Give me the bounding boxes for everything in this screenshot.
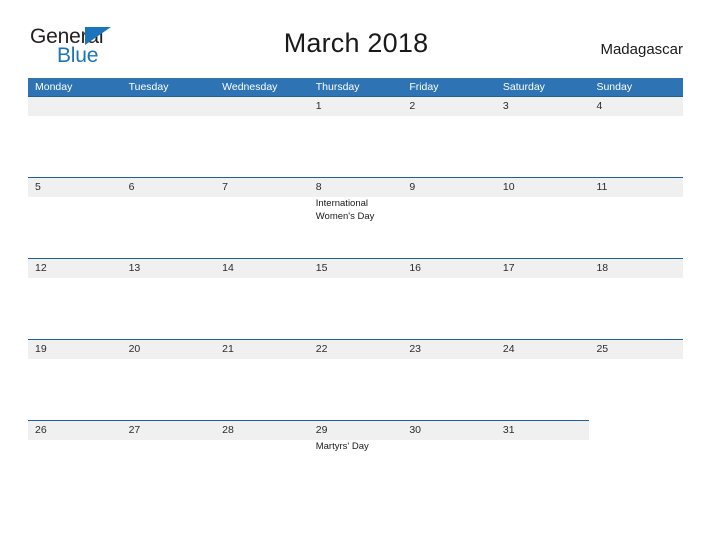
day-number: 9 (409, 181, 416, 193)
day-cell-empty (589, 420, 683, 501)
day-cell-9[interactable]: 9 (402, 177, 496, 258)
week-day-cells: 19 20 21 22 23 24 25 (28, 339, 683, 420)
day-number: 29 (315, 424, 328, 436)
weekday-header-friday: Friday (409, 81, 439, 93)
day-cell-17[interactable]: 17 (496, 258, 590, 339)
day-number: 23 (409, 343, 421, 355)
calendar-week-row: 19 20 21 22 23 24 25 (28, 339, 683, 420)
day-cell-empty (215, 96, 309, 177)
day-number: 6 (128, 181, 135, 193)
day-number: 21 (222, 343, 234, 355)
day-cell-27[interactable]: 27 (122, 420, 216, 501)
day-cell-7[interactable]: 7 (215, 177, 309, 258)
day-number: 2 (409, 100, 416, 112)
day-cell-19[interactable]: 19 (28, 339, 122, 420)
day-number: 31 (502, 424, 515, 436)
day-cell-26[interactable]: 26 (28, 420, 122, 501)
calendar-grid: Monday Tuesday Wednesday Thursday Friday Satu… (28, 78, 683, 501)
weekday-header-row: Monday Tuesday Wednesday Thursday Friday Satu… (28, 78, 683, 96)
day-number: 11 (596, 181, 608, 193)
day-number: 25 (596, 343, 609, 355)
day-cell-22[interactable]: 22 (309, 339, 403, 420)
day-number: 28 (222, 424, 234, 436)
day-cell-5[interactable]: 5 (28, 177, 122, 258)
calendar-week-row: 12 13 14 15 16 17 18 (28, 258, 683, 339)
day-number: 22 (315, 343, 328, 355)
calendar-week-rows: 1 2 3 4 5 6 7 8 International Women's Day 9 10 11 12… (28, 96, 683, 501)
day-cell-empty (122, 96, 216, 177)
day-number: 18 (596, 262, 609, 274)
day-number: 30 (409, 424, 421, 436)
day-number: 10 (502, 181, 515, 193)
day-cell-28[interactable]: 28 (215, 420, 309, 501)
day-number: 15 (315, 262, 328, 274)
page-header: General Blue March 2018 Madagascar (0, 0, 712, 66)
day-cell-23[interactable]: 23 (402, 339, 496, 420)
weekday-header-wednesday: Wednesday (222, 81, 278, 93)
day-cell-11[interactable]: 11 (589, 177, 683, 258)
weekday-header-thursday: Thursday (315, 81, 360, 93)
day-number: 8 (315, 181, 322, 193)
day-cell-10[interactable]: 10 (496, 177, 590, 258)
day-cell-4[interactable]: 4 (589, 96, 683, 177)
week-day-cells: 1 2 3 4 (28, 96, 683, 177)
week-day-cells: 26 27 28 29 Martyrs' Day 30 31 (28, 420, 683, 501)
day-cell-16[interactable]: 16 (402, 258, 496, 339)
day-cell-15[interactable]: 15 (309, 258, 403, 339)
weekday-header-tuesday: Tuesday (128, 81, 169, 93)
day-number: 14 (222, 262, 234, 274)
weekday-header-saturday: Saturday (502, 81, 545, 93)
day-cell-30[interactable]: 30 (402, 420, 496, 501)
day-number: 27 (128, 424, 141, 436)
day-cell-3[interactable]: 3 (496, 96, 590, 177)
week-day-cells: 12 13 14 15 16 17 18 (28, 258, 683, 339)
day-number: 4 (596, 100, 603, 112)
day-number: 5 (35, 181, 41, 193)
calendar-week-row: 26 27 28 29 Martyrs' Day 30 31 (28, 420, 683, 501)
day-cell-21[interactable]: 21 (215, 339, 309, 420)
day-cell-1[interactable]: 1 (309, 96, 403, 177)
day-cell-14[interactable]: 14 (215, 258, 309, 339)
calendar-week-row: 1 2 3 4 (28, 96, 683, 177)
day-cell-25[interactable]: 25 (589, 339, 683, 420)
day-number: 20 (128, 343, 141, 355)
day-number: 26 (35, 424, 47, 436)
day-number: 17 (502, 262, 515, 274)
weekday-header-sunday: Sunday (596, 81, 633, 93)
day-number: 3 (502, 100, 509, 112)
day-number: 1 (315, 100, 322, 112)
day-number: 7 (222, 181, 228, 193)
day-cell-24[interactable]: 24 (496, 339, 590, 420)
day-cell-2[interactable]: 2 (402, 96, 496, 177)
day-event-label: Martyrs' Day (315, 441, 369, 452)
day-cell-13[interactable]: 13 (122, 258, 216, 339)
country-label: Madagascar (600, 41, 683, 58)
day-number: 13 (128, 262, 141, 274)
day-cell-31[interactable]: 31 (496, 420, 590, 501)
day-number: 12 (35, 262, 47, 274)
day-cell-empty (28, 96, 122, 177)
day-cell-12[interactable]: 12 (28, 258, 122, 339)
calendar-week-row: 5 6 7 8 International Women's Day 9 10 11 (28, 177, 683, 258)
day-event-label: International Women's Day (315, 198, 375, 222)
week-day-cells: 5 6 7 8 International Women's Day 9 10 11 (28, 177, 683, 258)
day-number: 24 (502, 343, 515, 355)
weekday-header-monday: Monday (35, 81, 73, 93)
day-cell-29[interactable]: 29 Martyrs' Day (309, 420, 403, 501)
day-cell-6[interactable]: 6 (122, 177, 216, 258)
day-cell-20[interactable]: 20 (122, 339, 216, 420)
day-number: 19 (35, 343, 47, 355)
day-cell-18[interactable]: 18 (589, 258, 683, 339)
day-cell-8[interactable]: 8 International Women's Day (309, 177, 403, 258)
day-number: 16 (409, 262, 421, 274)
